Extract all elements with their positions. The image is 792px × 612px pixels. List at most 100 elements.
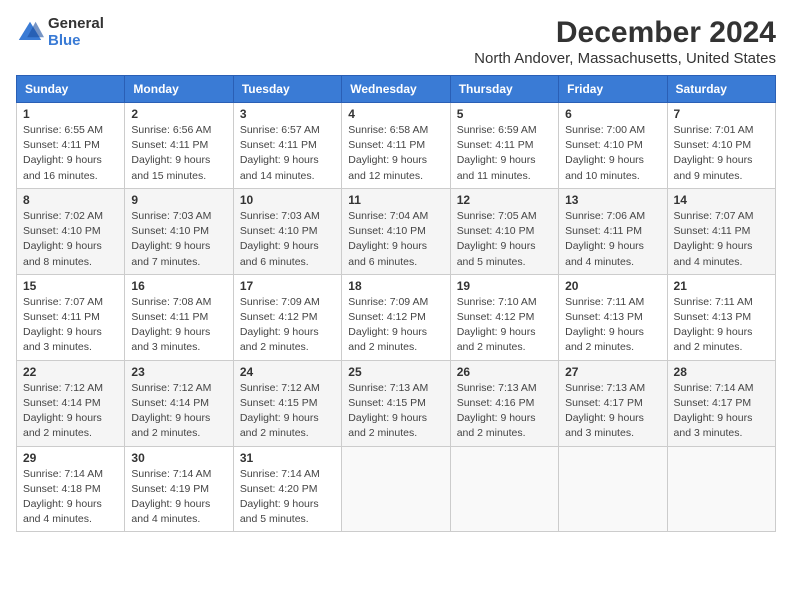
empty-cell <box>450 446 558 532</box>
day-info: Sunrise: 6:56 AMSunset: 4:11 PMDaylight:… <box>131 123 226 184</box>
weekday-header-tuesday: Tuesday <box>233 76 341 103</box>
day-info: Sunrise: 6:55 AMSunset: 4:11 PMDaylight:… <box>23 123 118 184</box>
day-info: Sunrise: 7:12 AMSunset: 4:15 PMDaylight:… <box>240 381 335 442</box>
day-cell-21: 21 Sunrise: 7:11 AMSunset: 4:13 PMDayligh… <box>667 274 775 360</box>
weekday-header-row: SundayMondayTuesdayWednesdayThursdayFrid… <box>17 76 776 103</box>
day-cell-3: 3 Sunrise: 6:57 AMSunset: 4:11 PMDaylight… <box>233 103 341 189</box>
weekday-header-saturday: Saturday <box>667 76 775 103</box>
day-number: 9 <box>131 193 226 207</box>
day-info: Sunrise: 7:07 AMSunset: 4:11 PMDaylight:… <box>674 209 769 270</box>
day-info: Sunrise: 7:03 AMSunset: 4:10 PMDaylight:… <box>131 209 226 270</box>
day-number: 21 <box>674 279 769 293</box>
day-number: 31 <box>240 451 335 465</box>
day-number: 30 <box>131 451 226 465</box>
day-number: 8 <box>23 193 118 207</box>
day-cell-17: 17Sunrise: 7:09 AMSunset: 4:12 PMDayligh… <box>233 274 341 360</box>
title-area: December 2024 North Andover, Massachuset… <box>474 16 776 67</box>
day-cell-16: 16 Sunrise: 7:08 AMSunset: 4:11 PMDayligh… <box>125 274 233 360</box>
day-info: Sunrise: 7:09 AMSunset: 4:12 PMDaylight:… <box>348 295 443 356</box>
day-cell-5: 5 Sunrise: 6:59 AMSunset: 4:11 PMDaylight… <box>450 103 558 189</box>
day-cell-12: 12 Sunrise: 7:05 AMSunset: 4:10 PMDayligh… <box>450 188 558 274</box>
weekday-header-wednesday: Wednesday <box>342 76 450 103</box>
day-number: 7 <box>674 107 769 121</box>
day-cell-8: 8 Sunrise: 7:02 AMSunset: 4:10 PMDaylight… <box>17 188 125 274</box>
day-cell-18: 18 Sunrise: 7:09 AMSunset: 4:12 PMDayligh… <box>342 274 450 360</box>
day-cell-2: 2 Sunrise: 6:56 AMSunset: 4:11 PMDaylight… <box>125 103 233 189</box>
day-info: Sunrise: 7:12 AMSunset: 4:14 PMDaylight:… <box>23 381 118 442</box>
day-cell-4: 4Sunrise: 6:58 AMSunset: 4:11 PMDaylight… <box>342 103 450 189</box>
day-number: 16 <box>131 279 226 293</box>
empty-cell <box>559 446 667 532</box>
day-info: Sunrise: 7:14 AMSunset: 4:17 PMDaylight:… <box>674 381 769 442</box>
empty-cell <box>667 446 775 532</box>
day-number: 3 <box>240 107 335 121</box>
day-cell-9: 9 Sunrise: 7:03 AMSunset: 4:10 PMDaylight… <box>125 188 233 274</box>
logo: General Blue <box>16 16 104 49</box>
day-cell-7: 7 Sunrise: 7:01 AMSunset: 4:10 PMDaylight… <box>667 103 775 189</box>
weekday-header-sunday: Sunday <box>17 76 125 103</box>
day-info: Sunrise: 7:11 AMSunset: 4:13 PMDaylight:… <box>674 295 769 356</box>
day-info: Sunrise: 7:01 AMSunset: 4:10 PMDaylight:… <box>674 123 769 184</box>
day-info: Sunrise: 7:00 AMSunset: 4:10 PMDaylight:… <box>565 123 660 184</box>
day-info: Sunrise: 7:02 AMSunset: 4:10 PMDaylight:… <box>23 209 118 270</box>
day-cell-14: 14 Sunrise: 7:07 AMSunset: 4:11 PMDayligh… <box>667 188 775 274</box>
day-info: Sunrise: 7:07 AMSunset: 4:11 PMDaylight:… <box>23 295 118 356</box>
day-cell-1: 1 Sunrise: 6:55 AMSunset: 4:11 PMDaylight… <box>17 103 125 189</box>
day-cell-19: 19 Sunrise: 7:10 AMSunset: 4:12 PMDayligh… <box>450 274 558 360</box>
subtitle: North Andover, Massachusetts, United Sta… <box>474 50 776 67</box>
day-info: Sunrise: 7:14 AMSunset: 4:18 PMDaylight:… <box>23 467 118 528</box>
day-info: Sunrise: 7:10 AMSunset: 4:12 PMDaylight:… <box>457 295 552 356</box>
day-number: 29 <box>23 451 118 465</box>
day-cell-28: 28 Sunrise: 7:14 AMSunset: 4:17 PMDayligh… <box>667 360 775 446</box>
day-number: 6 <box>565 107 660 121</box>
day-cell-30: 30 Sunrise: 7:14 AMSunset: 4:19 PMDayligh… <box>125 446 233 532</box>
weekday-header-thursday: Thursday <box>450 76 558 103</box>
day-info: Sunrise: 7:09 AMSunset: 4:12 PMDaylight:… <box>240 295 335 356</box>
weekday-header-monday: Monday <box>125 76 233 103</box>
week-row-4: 22 Sunrise: 7:12 AMSunset: 4:14 PMDayligh… <box>17 360 776 446</box>
day-cell-10: 10Sunrise: 7:03 AMSunset: 4:10 PMDayligh… <box>233 188 341 274</box>
day-info: Sunrise: 7:03 AMSunset: 4:10 PMDaylight:… <box>240 209 335 270</box>
day-number: 2 <box>131 107 226 121</box>
day-info: Sunrise: 6:58 AMSunset: 4:11 PMDaylight:… <box>348 123 443 184</box>
day-number: 27 <box>565 365 660 379</box>
day-info: Sunrise: 7:12 AMSunset: 4:14 PMDaylight:… <box>131 381 226 442</box>
day-info: Sunrise: 6:57 AMSunset: 4:11 PMDaylight:… <box>240 123 335 184</box>
day-info: Sunrise: 7:08 AMSunset: 4:11 PMDaylight:… <box>131 295 226 356</box>
day-info: Sunrise: 7:14 AMSunset: 4:19 PMDaylight:… <box>131 467 226 528</box>
day-cell-23: 23Sunrise: 7:12 AMSunset: 4:14 PMDayligh… <box>125 360 233 446</box>
day-number: 11 <box>348 193 443 207</box>
day-cell-29: 29 Sunrise: 7:14 AMSunset: 4:18 PMDayligh… <box>17 446 125 532</box>
day-info: Sunrise: 7:11 AMSunset: 4:13 PMDaylight:… <box>565 295 660 356</box>
day-info: Sunrise: 7:04 AMSunset: 4:10 PMDaylight:… <box>348 209 443 270</box>
day-number: 5 <box>457 107 552 121</box>
main-title: December 2024 <box>474 16 776 50</box>
day-number: 25 <box>348 365 443 379</box>
week-row-1: 1 Sunrise: 6:55 AMSunset: 4:11 PMDaylight… <box>17 103 776 189</box>
day-number: 22 <box>23 365 118 379</box>
day-number: 19 <box>457 279 552 293</box>
day-number: 12 <box>457 193 552 207</box>
day-cell-25: 25 Sunrise: 7:13 AMSunset: 4:15 PMDayligh… <box>342 360 450 446</box>
day-info: Sunrise: 6:59 AMSunset: 4:11 PMDaylight:… <box>457 123 552 184</box>
day-info: Sunrise: 7:05 AMSunset: 4:10 PMDaylight:… <box>457 209 552 270</box>
day-cell-27: 27Sunrise: 7:13 AMSunset: 4:17 PMDayligh… <box>559 360 667 446</box>
day-cell-15: 15 Sunrise: 7:07 AMSunset: 4:11 PMDayligh… <box>17 274 125 360</box>
day-cell-13: 13Sunrise: 7:06 AMSunset: 4:11 PMDayligh… <box>559 188 667 274</box>
day-cell-26: 26Sunrise: 7:13 AMSunset: 4:16 PMDayligh… <box>450 360 558 446</box>
day-cell-20: 20 Sunrise: 7:11 AMSunset: 4:13 PMDayligh… <box>559 274 667 360</box>
day-info: Sunrise: 7:14 AMSunset: 4:20 PMDaylight:… <box>240 467 335 528</box>
day-cell-11: 11 Sunrise: 7:04 AMSunset: 4:10 PMDayligh… <box>342 188 450 274</box>
day-number: 15 <box>23 279 118 293</box>
day-number: 1 <box>23 107 118 121</box>
week-row-3: 15 Sunrise: 7:07 AMSunset: 4:11 PMDayligh… <box>17 274 776 360</box>
day-number: 28 <box>674 365 769 379</box>
day-cell-31: 31 Sunrise: 7:14 AMSunset: 4:20 PMDayligh… <box>233 446 341 532</box>
day-cell-24: 24Sunrise: 7:12 AMSunset: 4:15 PMDayligh… <box>233 360 341 446</box>
logo-text: General Blue <box>48 16 104 49</box>
day-number: 13 <box>565 193 660 207</box>
day-info: Sunrise: 7:13 AMSunset: 4:15 PMDaylight:… <box>348 381 443 442</box>
day-number: 20 <box>565 279 660 293</box>
day-number: 18 <box>348 279 443 293</box>
day-number: 14 <box>674 193 769 207</box>
